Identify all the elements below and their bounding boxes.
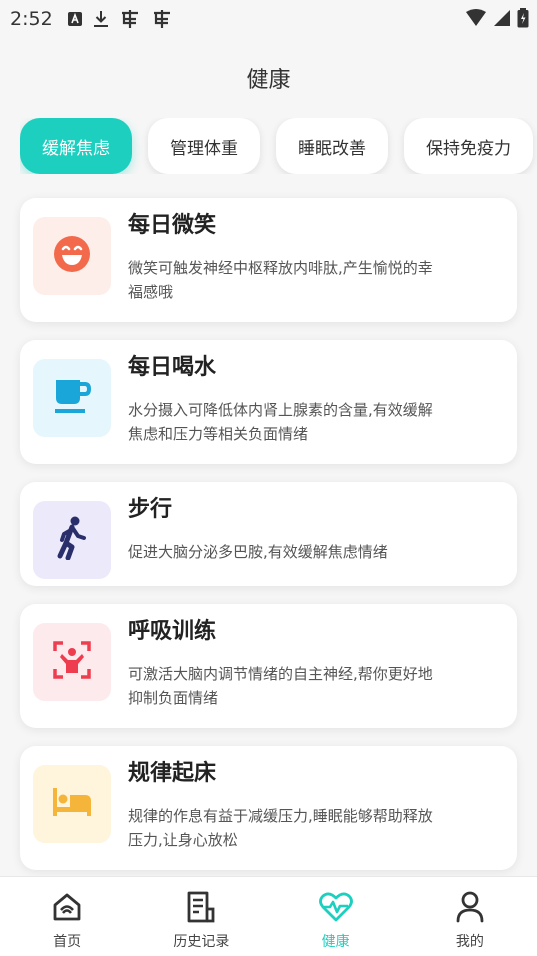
walk-icon [52,516,92,564]
tip-card-breathing[interactable]: 呼吸训练 可激活大脑内调节情绪的自主神经,帮你更好地抑制负面情绪 [20,604,517,728]
breath-icon [52,640,92,684]
card-icon-container [33,217,111,295]
card-title: 每日喝水 [128,355,217,380]
bug-icon [119,9,141,29]
home-icon [52,889,82,925]
nav-item-home[interactable]: 首页 [0,877,134,956]
smile-icon [52,234,92,278]
card-icon-container [33,765,111,843]
history-icon [186,889,216,925]
nav-label: 健康 [321,934,350,950]
card-description: 规律的作息有益于减缓压力,睡眠能够帮助释放压力,让身心放松 [128,807,433,849]
nav-item-health[interactable]: 健康 [269,877,403,956]
card-icon-container [33,623,111,701]
tip-card-wake-up[interactable]: 规律起床 规律的作息有益于减缓压力,睡眠能够帮助释放压力,让身心放松 [20,746,517,870]
status-time: 2:52 [10,8,53,30]
card-description: 促进大脑分泌多巴胺,有效缓解焦虑情绪 [128,543,388,561]
nav-label: 历史记录 [173,934,230,950]
tab-relieve-anxiety[interactable]: 缓解焦虑 [20,118,132,174]
tip-card-smile[interactable]: 每日微笑 微笑可触发神经中枢释放内啡肽,产生愉悦的幸福感哦 [20,198,517,322]
download-icon [93,10,109,28]
category-tabs: 缓解焦虑 管理体重 睡眠改善 保持免疫力 [20,118,537,174]
card-description: 水分摄入可降低体内肾上腺素的含量,有效缓解焦虑和压力等相关负面情绪 [128,401,433,443]
nav-item-history[interactable]: 历史记录 [134,877,268,956]
page-title: 健康 [246,68,291,93]
heart-pulse-icon [318,889,353,925]
tab-keep-immunity[interactable]: 保持免疫力 [404,118,533,174]
battery-icon [517,8,529,33]
card-title: 规律起床 [128,761,217,786]
bug-icon [151,9,173,29]
card-title: 步行 [128,497,173,522]
bottom-navigation: 首页 历史记录 健康 我的 [0,876,537,956]
notification-a-icon [67,11,83,27]
card-title: 呼吸训练 [128,619,217,644]
signal-icon [493,9,511,32]
card-icon-container [33,359,111,437]
nav-item-mine[interactable]: 我的 [403,877,537,956]
person-icon [455,889,485,925]
card-description: 可激活大脑内调节情绪的自主神经,帮你更好地抑制负面情绪 [128,665,433,707]
card-title: 每日微笑 [128,213,217,238]
card-description: 微笑可触发神经中枢释放内啡肽,产生愉悦的幸福感哦 [128,259,433,301]
status-bar: 2:52 [0,0,537,38]
card-icon-container [33,501,111,579]
cup-icon [52,376,92,420]
nav-label: 我的 [455,934,484,950]
bed-icon [51,786,93,822]
tip-card-list: 每日微笑 微笑可触发神经中枢释放内啡肽,产生愉悦的幸福感哦 每日喝水 水分摄入可… [20,198,517,888]
tip-card-walk[interactable]: 步行 促进大脑分泌多巴胺,有效缓解焦虑情绪 [20,482,517,586]
wifi-icon [465,9,487,32]
tab-manage-weight[interactable]: 管理体重 [148,118,260,174]
tip-card-water[interactable]: 每日喝水 水分摄入可降低体内肾上腺素的含量,有效缓解焦虑和压力等相关负面情绪 [20,340,517,464]
nav-label: 首页 [53,934,82,950]
tab-improve-sleep[interactable]: 睡眠改善 [276,118,388,174]
